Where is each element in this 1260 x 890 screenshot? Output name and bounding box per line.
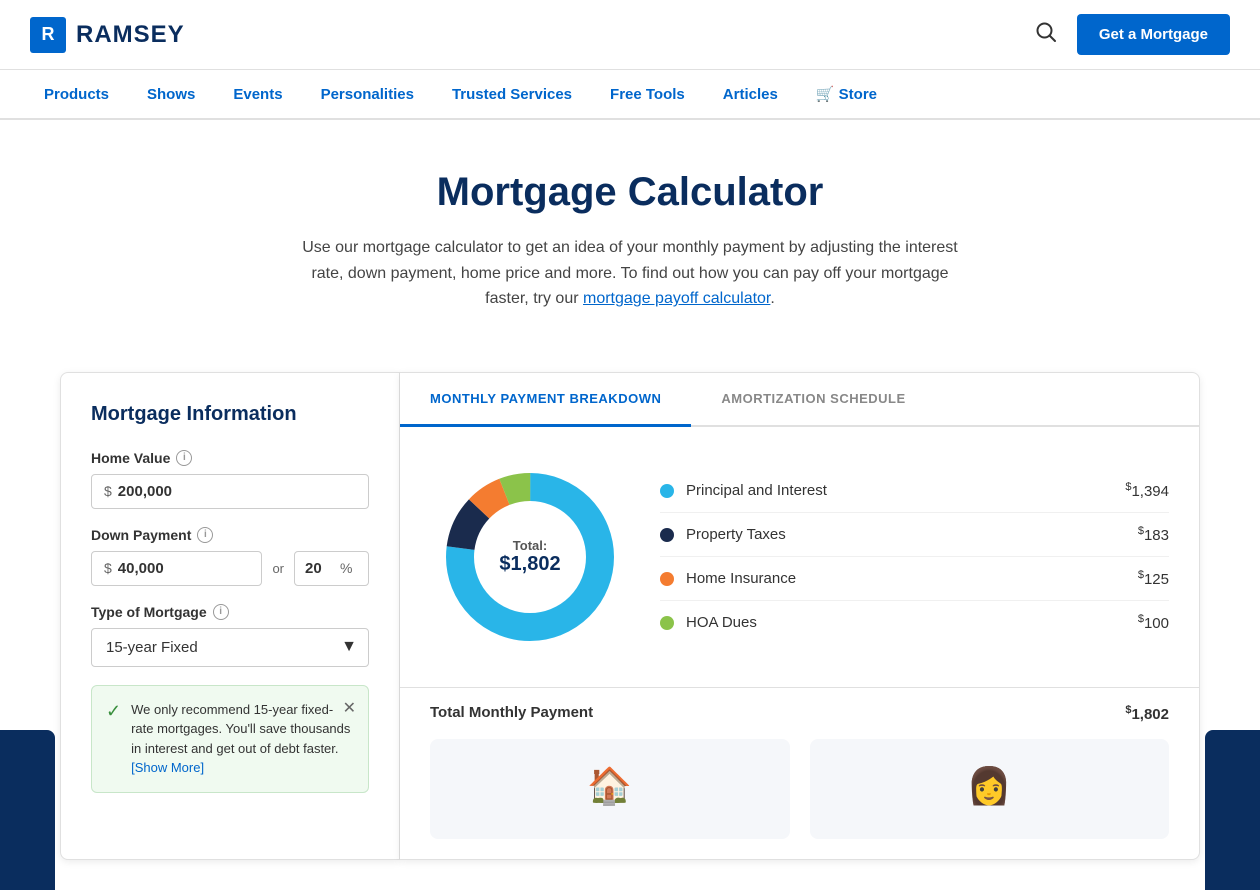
legend-name-insurance: Home Insurance bbox=[686, 570, 1138, 587]
right-accent bbox=[1205, 730, 1260, 890]
mortgage-info-panel: Mortgage Information Home Value i $ Down… bbox=[60, 372, 400, 860]
nav-item-trusted-services[interactable]: Trusted Services bbox=[438, 70, 586, 118]
nav-item-🛒-store[interactable]: 🛒 Store bbox=[802, 70, 891, 118]
down-payment-percent-input[interactable] bbox=[305, 560, 340, 577]
legend-dot-insurance bbox=[660, 572, 674, 586]
legend-item-hoa: HOA Dues $100 bbox=[660, 601, 1169, 644]
search-icon bbox=[1035, 21, 1057, 43]
down-payment-input-wrap: $ bbox=[91, 551, 262, 586]
get-mortgage-button[interactable]: Get a Mortgage bbox=[1077, 14, 1230, 55]
bottom-card-agent: 👩 bbox=[810, 739, 1170, 839]
bottom-card-home: 🏠 bbox=[430, 739, 790, 839]
down-payment-label: Down Payment i bbox=[91, 527, 369, 543]
page-title: Mortgage Calculator bbox=[30, 170, 1230, 215]
legend-dot-taxes bbox=[660, 528, 674, 542]
down-payment-info-icon[interactable]: i bbox=[197, 527, 213, 543]
home-value-prefix: $ bbox=[104, 483, 112, 499]
legend-amount-hoa: $100 bbox=[1138, 613, 1169, 632]
legend-item-principal: Principal and Interest $1,394 bbox=[660, 469, 1169, 513]
nav-item-articles[interactable]: Articles bbox=[709, 70, 792, 118]
tab-amortization[interactable]: AMORTIZATION SCHEDULE bbox=[691, 373, 935, 427]
mortgage-type-label: Type of Mortgage i bbox=[91, 604, 369, 620]
main-nav: ProductsShowsEventsPersonalitiesTrusted … bbox=[0, 70, 1260, 120]
hero-description: Use our mortgage calculator to get an id… bbox=[290, 235, 970, 312]
logo-icon: R bbox=[30, 17, 66, 53]
total-monthly-label: Total Monthly Payment bbox=[430, 704, 593, 723]
payoff-calculator-link[interactable]: mortgage payoff calculator bbox=[583, 290, 770, 307]
show-more-link[interactable]: [Show More] bbox=[131, 760, 204, 775]
nav-item-shows[interactable]: Shows bbox=[133, 70, 209, 118]
home-value-info-icon[interactable]: i bbox=[176, 450, 192, 466]
logo-text: RAMSEY bbox=[76, 21, 185, 49]
nav-item-personalities[interactable]: Personalities bbox=[307, 70, 428, 118]
donut-total-amount: $1,802 bbox=[499, 553, 560, 576]
check-icon: ✓ bbox=[106, 701, 121, 778]
home-card-icon: 🏠 bbox=[587, 765, 632, 807]
chart-area: Total: $1,802 Principal and Interest $1,… bbox=[400, 427, 1199, 687]
home-value-label: Home Value i bbox=[91, 450, 369, 466]
donut-total-label: Total: bbox=[499, 538, 560, 553]
legend-amount-insurance: $125 bbox=[1138, 569, 1169, 588]
legend-dot-principal bbox=[660, 484, 674, 498]
donut-chart: Total: $1,802 bbox=[430, 457, 630, 657]
legend-dot-hoa bbox=[660, 616, 674, 630]
down-payment-row: $ or % bbox=[91, 551, 369, 586]
close-recommendation-button[interactable]: ✕ bbox=[343, 698, 356, 718]
main-content: Mortgage Information Home Value i $ Down… bbox=[0, 342, 1260, 890]
total-monthly-amount: $1,802 bbox=[1125, 704, 1169, 723]
logo: R RAMSEY bbox=[30, 17, 185, 53]
header-right: Get a Mortgage bbox=[1035, 14, 1230, 55]
home-value-input[interactable] bbox=[118, 483, 356, 500]
tabs: MONTHLY PAYMENT BREAKDOWN AMORTIZATION S… bbox=[400, 373, 1199, 427]
legend-name-hoa: HOA Dues bbox=[686, 614, 1138, 631]
donut-center: Total: $1,802 bbox=[499, 538, 560, 576]
down-payment-percent-wrap: % bbox=[294, 551, 369, 586]
bottom-cards: 🏠 👩 bbox=[400, 739, 1199, 859]
nav-item-free-tools[interactable]: Free Tools bbox=[596, 70, 699, 118]
left-accent bbox=[0, 730, 55, 890]
recommendation-text: We only recommend 15-year fixed-rate mor… bbox=[131, 700, 354, 778]
nav-item-products[interactable]: Products bbox=[30, 70, 123, 118]
recommendation-box: ✓ We only recommend 15-year fixed-rate m… bbox=[91, 685, 369, 793]
chart-legend: Principal and Interest $1,394 Property T… bbox=[660, 469, 1169, 644]
site-header: R RAMSEY Get a Mortgage bbox=[0, 0, 1260, 70]
legend-name-taxes: Property Taxes bbox=[686, 526, 1138, 543]
legend-name-principal: Principal and Interest bbox=[686, 482, 1125, 499]
or-text: or bbox=[272, 561, 284, 576]
search-button[interactable] bbox=[1035, 21, 1057, 49]
legend-amount-taxes: $183 bbox=[1138, 525, 1169, 544]
panel-title: Mortgage Information bbox=[91, 403, 369, 426]
legend-item-insurance: Home Insurance $125 bbox=[660, 557, 1169, 601]
mortgage-type-info-icon[interactable]: i bbox=[213, 604, 229, 620]
nav-item-events[interactable]: Events bbox=[219, 70, 296, 118]
hero-section: Mortgage Calculator Use our mortgage cal… bbox=[0, 120, 1260, 342]
home-value-input-wrap: $ bbox=[91, 474, 369, 509]
agent-card-icon: 👩 bbox=[967, 765, 1012, 807]
results-panel: MONTHLY PAYMENT BREAKDOWN AMORTIZATION S… bbox=[400, 372, 1200, 860]
down-payment-prefix: $ bbox=[104, 560, 112, 576]
tab-monthly-payment[interactable]: MONTHLY PAYMENT BREAKDOWN bbox=[400, 373, 691, 427]
mortgage-type-select[interactable]: 15-year Fixed 30-year Fixed 10-year Fixe… bbox=[91, 628, 369, 667]
down-payment-input[interactable] bbox=[118, 560, 250, 577]
mortgage-type-select-wrap: 15-year Fixed 30-year Fixed 10-year Fixe… bbox=[91, 628, 369, 667]
legend-amount-principal: $1,394 bbox=[1125, 481, 1169, 500]
legend-item-taxes: Property Taxes $183 bbox=[660, 513, 1169, 557]
total-monthly-row: Total Monthly Payment $1,802 bbox=[400, 687, 1199, 739]
percent-suffix: % bbox=[340, 560, 352, 576]
